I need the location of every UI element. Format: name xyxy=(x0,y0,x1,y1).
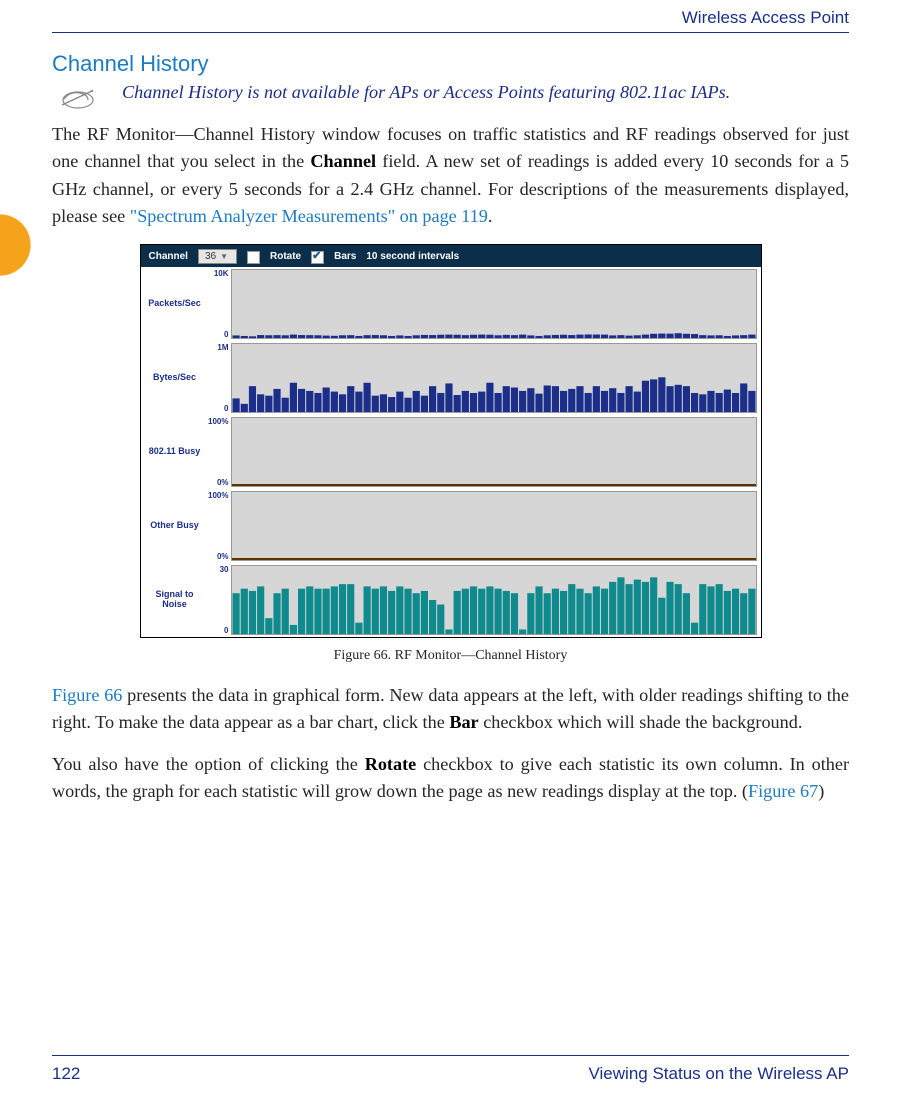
rotate-checkbox[interactable] xyxy=(247,251,260,264)
figure-toolbar: Channel 36 ▼ Rotate Bars 10 second inter… xyxy=(141,245,761,267)
intro-paragraph: The RF Monitor—Channel History window fo… xyxy=(52,121,849,230)
chevron-down-icon: ▼ xyxy=(220,252,228,261)
axis-bot: 0% xyxy=(217,552,229,561)
cross-ref-fig66[interactable]: Figure 66 xyxy=(52,685,122,705)
bold-bar: Bar xyxy=(449,712,478,732)
metric-label: Bytes/Sec xyxy=(141,341,209,415)
chart-row-snr: Signal to Noise 30 0 xyxy=(141,563,761,637)
bold-channel: Channel xyxy=(310,151,376,171)
cross-ref-fig67[interactable]: Figure 67 xyxy=(748,781,818,801)
metric-label: Other Busy xyxy=(141,489,209,563)
metric-label: Packets/Sec xyxy=(141,267,209,341)
channel-label: Channel xyxy=(149,251,188,262)
para-3: You also have the option of clicking the… xyxy=(52,751,849,806)
product-name: Wireless Access Point xyxy=(682,8,849,27)
axis-bot: 0 xyxy=(224,330,228,339)
y-axis: 1M 0 xyxy=(209,341,231,415)
figure-caption: Figure 66. RF Monitor—Channel History xyxy=(52,648,849,664)
chart-bytes xyxy=(231,343,757,413)
interval-label: 10 second intervals xyxy=(366,251,459,262)
chart-row-bytes: Bytes/Sec 1M 0 xyxy=(141,341,761,415)
text-run: checkbox which will shade the background… xyxy=(479,712,803,732)
y-axis: 100% 0% xyxy=(209,415,231,489)
bars-checkbox[interactable] xyxy=(311,251,324,264)
chart-snr xyxy=(231,565,757,635)
chart-row-other: Other Busy 100% 0% xyxy=(141,489,761,563)
text-run: You also have the option of clicking the xyxy=(52,754,365,774)
channel-select[interactable]: 36 ▼ xyxy=(198,249,237,264)
bars-label: Bars xyxy=(334,251,356,262)
axis-bot: 0 xyxy=(224,404,228,413)
bold-rotate: Rotate xyxy=(365,754,417,774)
para-2: Figure 66 presents the data in graphical… xyxy=(52,682,849,737)
note-text: Channel History is not available for APs… xyxy=(122,79,849,111)
axis-bot: 0 xyxy=(224,626,228,635)
chart-packets xyxy=(231,269,757,339)
axis-top: 10K xyxy=(214,269,229,278)
page-number: 122 xyxy=(52,1064,80,1084)
chart-other xyxy=(231,491,757,561)
axis-top: 100% xyxy=(208,491,228,500)
section-title: Channel History xyxy=(52,51,849,77)
chart-80211 xyxy=(231,417,757,487)
page-footer: 122 Viewing Status on the Wireless AP xyxy=(52,1055,849,1084)
chart-row-80211: 802.11 Busy 100% 0% xyxy=(141,415,761,489)
page-header: Wireless Access Point xyxy=(52,0,849,33)
axis-top: 1M xyxy=(217,343,228,352)
rotate-label: Rotate xyxy=(270,251,301,262)
text-run: . xyxy=(488,206,493,226)
y-axis: 30 0 xyxy=(209,563,231,637)
y-axis: 100% 0% xyxy=(209,489,231,563)
axis-top: 30 xyxy=(220,565,229,574)
text-run: ) xyxy=(818,781,824,801)
channel-value: 36 xyxy=(205,251,216,262)
axis-top: 100% xyxy=(208,417,228,426)
footer-section: Viewing Status on the Wireless AP xyxy=(589,1064,850,1084)
figure-66: Channel 36 ▼ Rotate Bars 10 second inter… xyxy=(140,244,762,638)
note-callout: Channel History is not available for APs… xyxy=(52,79,849,111)
axis-bot: 0% xyxy=(217,478,229,487)
y-axis: 10K 0 xyxy=(209,267,231,341)
chart-row-packets: Packets/Sec 10K 0 xyxy=(141,267,761,341)
metric-label: 802.11 Busy xyxy=(141,415,209,489)
cross-ref-spectrum[interactable]: "Spectrum Analyzer Measurements" on page… xyxy=(130,206,488,226)
metric-label: Signal to Noise xyxy=(141,563,209,637)
page-tab-decoration xyxy=(0,210,36,280)
note-icon xyxy=(52,79,104,111)
